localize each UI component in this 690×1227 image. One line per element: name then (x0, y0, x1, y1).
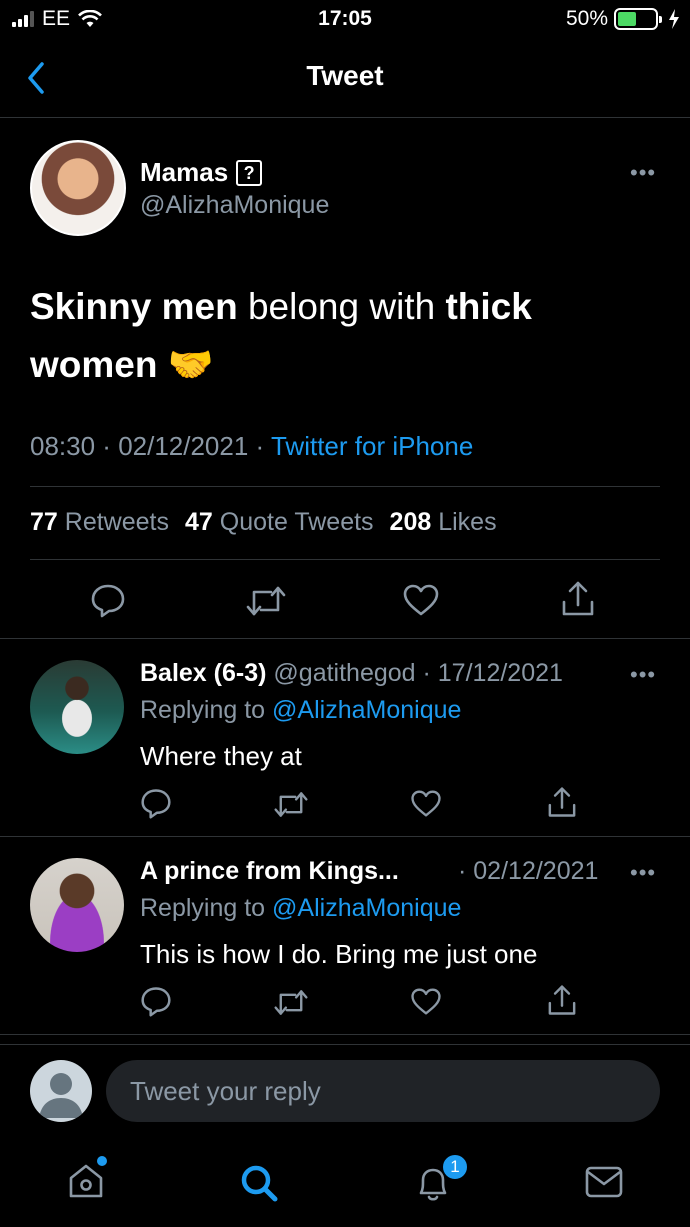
reply-date: 02/12/2021 (473, 857, 599, 885)
quotes-stat[interactable]: 47 Quote Tweets (185, 508, 374, 537)
share-icon[interactable] (560, 580, 596, 618)
divider (0, 1034, 690, 1035)
divider (0, 638, 690, 639)
divider (0, 1044, 690, 1045)
quotes-count: 47 (184, 508, 213, 536)
quotes-label: Quote Tweets (219, 508, 374, 536)
more-options-icon[interactable]: ••• (630, 160, 656, 186)
battery-info: 50% (566, 7, 680, 31)
messages-envelope-icon[interactable] (584, 1164, 624, 1200)
author-handle[interactable]: @AlizhaMonique (140, 191, 329, 220)
replying-to: Replying to @AlizhaMonique (140, 894, 461, 923)
reply-text: This is how I do. Bring me just one (140, 939, 538, 969)
retweets-label: Retweets (64, 508, 169, 536)
reply-text: Where they at (140, 741, 302, 771)
home-new-content-dot (97, 1156, 107, 1166)
replying-to-label: Replying to (140, 696, 266, 724)
tweet-date: 02/12/2021 (118, 431, 249, 461)
author-display-name: Mamas (140, 157, 229, 187)
divider (30, 486, 660, 487)
reply-header[interactable]: A prince from Kings... (140, 857, 399, 886)
retweets-stat[interactable]: 77 Retweets (30, 508, 169, 537)
tweet-meta: 08:30 · 02/12/2021 · Twitter for iPhone (30, 431, 474, 461)
reply-avatar[interactable] (30, 858, 124, 952)
share-icon[interactable] (546, 786, 578, 819)
author-avatar[interactable] (30, 140, 126, 236)
more-options-icon[interactable]: ••• (630, 860, 656, 886)
like-heart-icon[interactable] (402, 583, 440, 617)
likes-stat[interactable]: 208 Likes (390, 508, 497, 537)
battery-icon (614, 8, 662, 30)
more-options-icon[interactable]: ••• (630, 662, 656, 688)
tweet-time: 08:30 (30, 431, 96, 461)
reply-icon[interactable] (140, 985, 172, 1017)
reply-handle: @gatithegod (273, 659, 416, 687)
replying-to: Replying to @AlizhaMonique (140, 696, 461, 725)
tweet-text-part: belong with (237, 286, 446, 327)
reply-icon[interactable] (140, 787, 172, 819)
handshake-emoji: 🤝 (157, 344, 214, 385)
tweet-source-link[interactable]: Twitter for iPhone (271, 431, 473, 461)
reply-icon[interactable] (90, 582, 126, 618)
retweet-icon[interactable] (273, 988, 309, 1017)
status-bar: EE 17:05 50% (0, 0, 690, 40)
author-name-row[interactable]: Mamas ? (140, 157, 263, 188)
notification-count-badge: 1 (441, 1153, 469, 1181)
divider (30, 559, 660, 560)
retweet-icon[interactable] (273, 790, 309, 819)
likes-label: Likes (438, 508, 497, 536)
page-title: Tweet (306, 60, 384, 91)
reply-header[interactable]: Balex (6-3) @gatithegod · 17/12/2021 (140, 659, 563, 688)
reply-input[interactable]: Tweet your reply (106, 1060, 660, 1122)
replying-to-label: Replying to (140, 894, 266, 922)
replying-to-link[interactable]: @AlizhaMonique (272, 696, 461, 724)
battery-percent: 50% (565, 7, 608, 30)
reply-date-row: · 02/12/2021 (458, 857, 599, 885)
share-icon[interactable] (546, 984, 578, 1017)
tweet-text-part: Skinny men (30, 286, 238, 327)
reply-avatar[interactable] (30, 660, 124, 754)
nav-bar: Tweet (0, 46, 690, 118)
home-icon[interactable] (66, 1161, 106, 1201)
tweet-text: Skinny men belong with thick women 🤝 (30, 278, 650, 394)
reply-display-name: Balex (6-3) (140, 659, 267, 687)
replying-to-link[interactable]: @AlizhaMonique (272, 894, 461, 922)
like-heart-icon[interactable] (410, 789, 442, 818)
reply-display-name: A prince from Kings... (140, 857, 399, 885)
retweets-count: 77 (30, 508, 58, 536)
engagement-stats: 77 Retweets 47 Quote Tweets 208 Likes (30, 508, 497, 537)
default-avatar-icon[interactable] (30, 1060, 92, 1122)
retweet-icon[interactable] (245, 584, 287, 618)
like-heart-icon[interactable] (410, 987, 442, 1016)
charging-icon (669, 9, 679, 29)
reply-date: 17/12/2021 (437, 659, 563, 687)
search-icon[interactable] (238, 1162, 280, 1204)
unknown-emoji-badge: ? (236, 159, 263, 186)
divider (0, 836, 690, 837)
likes-count: 208 (389, 508, 432, 536)
